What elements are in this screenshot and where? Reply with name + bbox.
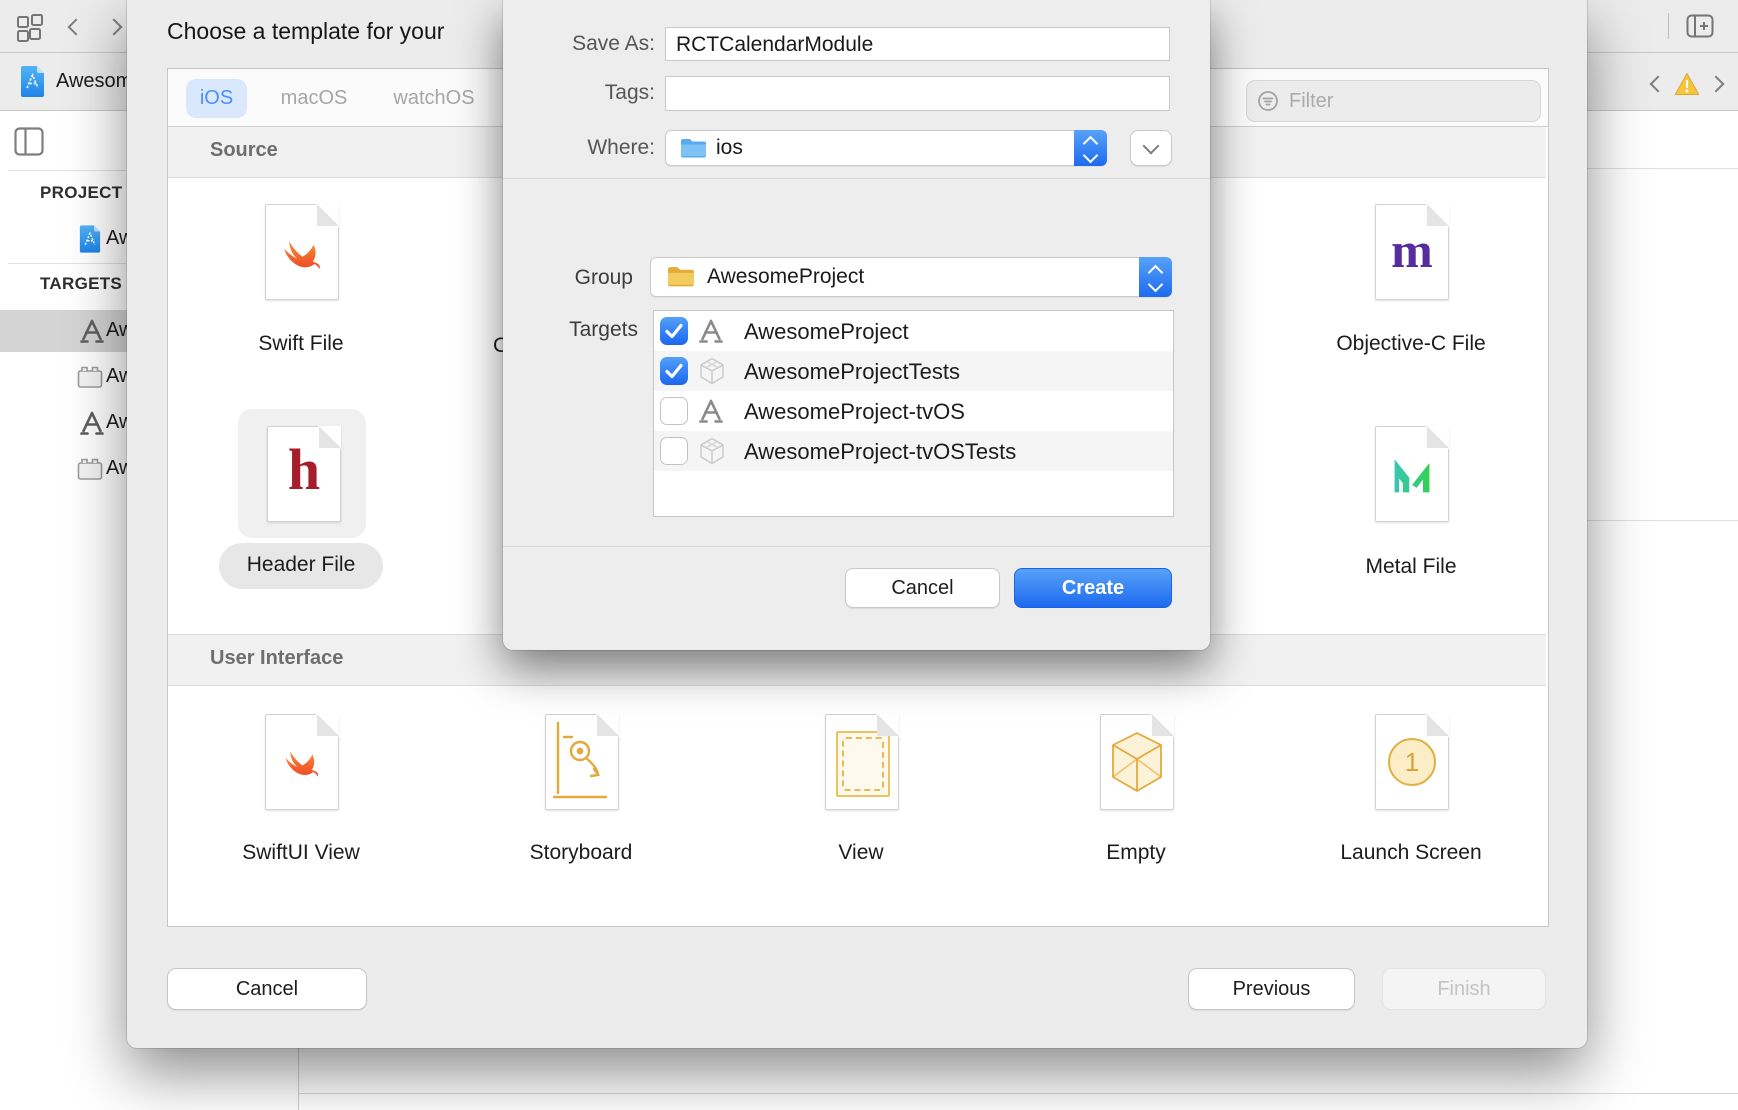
- tags-field[interactable]: [665, 76, 1170, 111]
- where-value: ios: [716, 136, 743, 160]
- template-label-empty[interactable]: Empty: [1026, 841, 1246, 865]
- save-as-field[interactable]: [665, 27, 1170, 61]
- sheet-cancel-button[interactable]: Cancel: [845, 568, 1000, 608]
- group-popup[interactable]: AwesomeProject: [650, 257, 1172, 297]
- dialog-cancel-button[interactable]: Cancel: [167, 968, 367, 1010]
- target-name: AwesomeProject-tvOS: [744, 399, 965, 425]
- yellow-folder-icon: [667, 266, 695, 287]
- filter-field[interactable]: [1246, 80, 1541, 122]
- test-brick-icon: [77, 365, 103, 389]
- launch-screen-icon[interactable]: 1: [1375, 714, 1449, 810]
- chevron-down-icon: [1148, 277, 1164, 293]
- add-editor-icon[interactable]: [1686, 14, 1714, 38]
- filter-input[interactable]: [1287, 81, 1531, 121]
- group-label: Group: [503, 266, 633, 290]
- target-row-tvostests[interactable]: AwesomeProject-tvOSTests: [654, 431, 1173, 471]
- target-row-tvos[interactable]: AwesomeProject-tvOS: [654, 391, 1173, 431]
- related-items-grid-icon[interactable]: [16, 14, 44, 42]
- chevron-down-icon: [1143, 138, 1160, 155]
- header-file-icon[interactable]: h: [267, 426, 341, 522]
- app-target-icon: [80, 318, 104, 344]
- app-target-icon: [80, 410, 104, 436]
- debug-area-divider: [298, 1093, 1738, 1094]
- selected-template-label-pill[interactable]: Header File: [219, 543, 383, 589]
- checkbox-unchecked[interactable]: [660, 437, 688, 465]
- target-name: AwesomeProjectTests: [744, 359, 960, 385]
- checkbox-unchecked[interactable]: [660, 397, 688, 425]
- storyboard-icon[interactable]: [545, 714, 619, 810]
- sidebar-split-line: [298, 1048, 299, 1110]
- target-row-awesomeproject[interactable]: AwesomeProject: [654, 311, 1173, 351]
- tags-input[interactable]: [674, 77, 1165, 112]
- targets-list: AwesomeProject AwesomeProjectTests: [653, 310, 1174, 517]
- template-label-view[interactable]: View: [751, 841, 971, 865]
- finish-button[interactable]: Finish: [1382, 968, 1546, 1010]
- tab-watchos[interactable]: watchOS: [374, 79, 494, 118]
- editor-row-divider: [1587, 168, 1738, 169]
- tags-label: Tags:: [503, 81, 655, 105]
- section-title: User Interface: [210, 647, 343, 670]
- test-brick-icon: [77, 457, 103, 481]
- view-icon[interactable]: [825, 714, 899, 810]
- expand-save-panel-button[interactable]: [1130, 130, 1172, 166]
- filter-icon: [1257, 90, 1279, 112]
- test-bundle-icon: [699, 357, 725, 385]
- dialog-title: Choose a template for your: [167, 18, 444, 45]
- group-value: AwesomeProject: [707, 265, 864, 289]
- target-name: AwesomeProject-tvOSTests: [744, 439, 1016, 465]
- template-label-storyboard[interactable]: Storyboard: [471, 841, 691, 865]
- template-label-header-file: Header File: [219, 553, 383, 577]
- sidebar-project-section-label: PROJECT: [40, 183, 122, 203]
- create-button[interactable]: Create: [1014, 568, 1172, 608]
- editor-row-divider: [1587, 520, 1738, 521]
- targets-label: Targets: [503, 318, 638, 342]
- where-popup[interactable]: ios: [665, 130, 1107, 166]
- project-file-icon: [20, 66, 45, 97]
- sidebar-targets-section-label: TARGETS: [40, 274, 122, 294]
- swift-file-icon[interactable]: [265, 204, 339, 300]
- where-stepper: [1074, 130, 1107, 166]
- previous-button[interactable]: Previous: [1188, 968, 1355, 1010]
- objective-c-file-icon[interactable]: m: [1375, 204, 1449, 300]
- sheet-divider: [503, 178, 1210, 179]
- checkbox-checked[interactable]: [660, 317, 688, 345]
- chevron-down-icon: [1083, 148, 1099, 164]
- template-label-metal-file[interactable]: Metal File: [1311, 555, 1511, 579]
- target-name: AwesomeProject: [744, 319, 909, 345]
- template-label-swift-file[interactable]: Swift File: [201, 332, 401, 356]
- metal-file-icon[interactable]: [1375, 426, 1449, 522]
- app-target-icon: [699, 318, 723, 344]
- group-stepper: [1139, 257, 1172, 297]
- app-target-icon: [699, 398, 723, 424]
- sidebar-toggle-icon[interactable]: [14, 127, 44, 156]
- screen: AwesomeProject PROJECT AwesomeProject TA…: [0, 0, 1738, 1110]
- blue-folder-icon: [680, 138, 707, 158]
- toolbar-divider: [1668, 13, 1669, 39]
- tab-macos[interactable]: macOS: [264, 79, 364, 118]
- warning-icon[interactable]: [1674, 72, 1700, 97]
- template-label-objective-c-file[interactable]: Objective-C File: [1311, 332, 1511, 356]
- tab-ios[interactable]: iOS: [186, 79, 247, 118]
- where-label: Where:: [503, 136, 655, 160]
- empty-icon[interactable]: [1100, 714, 1174, 810]
- checkbox-checked[interactable]: [660, 357, 688, 385]
- test-bundle-icon: [699, 437, 725, 465]
- save-as-label: Save As:: [503, 32, 655, 56]
- project-file-icon: [79, 225, 101, 253]
- svg-text:1: 1: [1405, 747, 1419, 777]
- section-title: Source: [210, 139, 278, 162]
- sheet-footer-divider: [503, 546, 1210, 547]
- template-label-swiftui-view[interactable]: SwiftUI View: [191, 841, 411, 865]
- save-as-input[interactable]: [674, 28, 1165, 62]
- swiftui-view-icon[interactable]: [265, 714, 339, 810]
- save-sheet: Save As: Tags: Where: ios Group: [503, 0, 1210, 650]
- target-row-awesomeprojecttests[interactable]: AwesomeProjectTests: [654, 351, 1173, 391]
- template-label-launch-screen[interactable]: Launch Screen: [1301, 841, 1521, 865]
